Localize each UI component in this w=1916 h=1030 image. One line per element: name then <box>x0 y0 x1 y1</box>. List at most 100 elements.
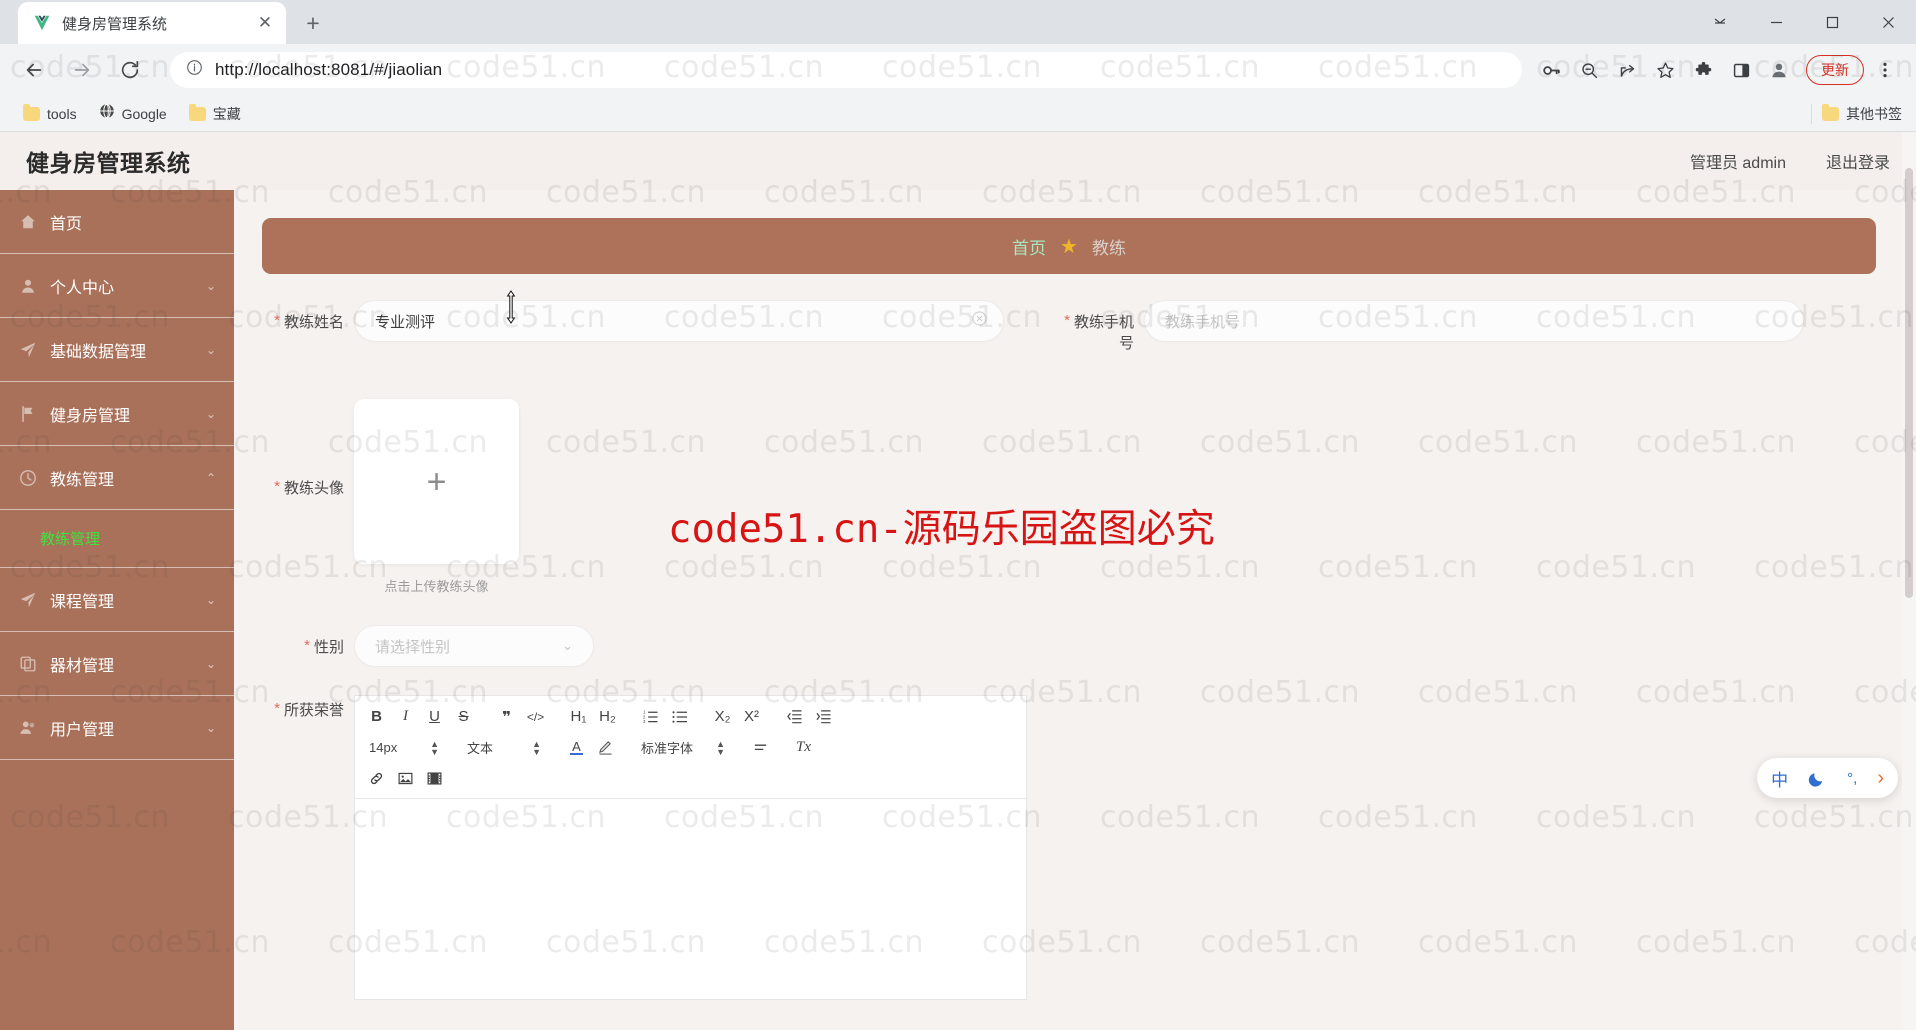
spinner-icon: ▲ ▼ <box>716 738 725 757</box>
clear-format-button[interactable]: Tx <box>790 735 817 761</box>
ime-language-button[interactable]: 中 <box>1771 766 1788 791</box>
bookmark-google[interactable]: Google <box>90 100 176 127</box>
forward-icon[interactable] <box>62 50 102 90</box>
font-size-select[interactable]: 14px ▲ ▼ <box>363 735 445 761</box>
indent-button[interactable] <box>810 704 837 730</box>
field-honor: * 所获荣誉 B I U S ❞ </> H₁ H₂ 1 2 3 X₂ X² 1… <box>234 695 1027 1000</box>
gender-placeholder: 请选择性别 <box>375 638 451 656</box>
coach-phone-input[interactable]: 教练手机号 <box>1144 300 1804 342</box>
field-label: * 教练头像 <box>234 399 344 498</box>
update-button[interactable]: 更新 <box>1806 55 1864 85</box>
strikethrough-button[interactable]: S <box>450 704 477 730</box>
profile-icon[interactable] <box>1762 53 1796 87</box>
maximize-icon[interactable] <box>1804 0 1860 44</box>
heading-1-button[interactable]: H₁ <box>565 704 592 730</box>
window-controls <box>1692 0 1916 44</box>
close-icon[interactable]: ✕ <box>254 12 276 34</box>
browser-tab-strip: 健身房管理系统 ✕ + <box>0 0 1916 44</box>
watermark-notice: code51.cn-源码乐园盗图必究 <box>668 507 1215 552</box>
bookmark-tools[interactable]: tools <box>14 103 86 125</box>
subscript-button[interactable]: X₂ <box>709 704 736 730</box>
browser-tab[interactable]: 健身房管理系统 ✕ <box>18 2 286 44</box>
field-label: * 所获荣誉 <box>234 695 344 720</box>
minimize-window-icon[interactable] <box>1748 0 1804 44</box>
editor-content-area[interactable] <box>355 799 1026 999</box>
sidebar-item-user-management[interactable]: 用户管理 ⌄ <box>0 696 234 760</box>
address-bar[interactable]: http://localhost:8081/#/jiaolian <box>170 52 1522 88</box>
back-icon[interactable] <box>14 50 54 90</box>
sidebar-item-coach-management[interactable]: 教练管理 ⌃ <box>0 446 234 510</box>
new-tab-button[interactable]: + <box>296 6 330 40</box>
reload-icon[interactable] <box>110 50 150 90</box>
bullet-list-button[interactable] <box>666 704 693 730</box>
sidebar-item-course-management[interactable]: 课程管理 ⌄ <box>0 568 234 632</box>
text-color-button[interactable]: A <box>563 735 590 761</box>
close-window-icon[interactable] <box>1860 0 1916 44</box>
three-dot-menu-icon[interactable] <box>1868 53 1902 87</box>
ime-expand-button[interactable]: › <box>1877 767 1884 790</box>
bookmark-label: Google <box>121 105 167 122</box>
font-family-select[interactable]: 标准字体 ▲ ▼ <box>635 735 731 761</box>
key-icon[interactable] <box>1534 53 1568 87</box>
breadcrumb-home-link[interactable]: 首页 <box>1012 234 1046 259</box>
sidebar-item-label: 用户管理 <box>50 721 115 739</box>
clear-circle-icon[interactable] <box>972 311 987 331</box>
sidebar-item-personal-center[interactable]: 个人中心 ⌄ <box>0 254 234 318</box>
sidebar-subitem-coach-management[interactable]: 教练管理 <box>0 510 234 568</box>
underline-button[interactable]: U <box>421 704 448 730</box>
bookmark-label: 宝藏 <box>212 105 241 122</box>
chevron-down-icon: ⌄ <box>205 406 216 421</box>
highlight-color-button[interactable] <box>592 735 619 761</box>
bookmark-baozang[interactable]: 宝藏 <box>180 101 250 127</box>
required-marker: * <box>274 478 280 495</box>
info-icon[interactable] <box>186 59 203 81</box>
page-scrollbar[interactable] <box>1902 132 1916 1030</box>
editor-toolbar: B I U S ❞ </> H₁ H₂ 1 2 3 X₂ X² 14px ▲ ▼… <box>355 696 1026 799</box>
sidebar-item-home[interactable]: 首页 <box>0 190 234 254</box>
ime-floating-bar[interactable]: 中 °, › <box>1757 758 1898 798</box>
star-icon[interactable] <box>1648 53 1682 87</box>
sidebar-item-gym-management[interactable]: 健身房管理 ⌄ <box>0 382 234 446</box>
rich-text-editor[interactable]: B I U S ❞ </> H₁ H₂ 1 2 3 X₂ X² 14px ▲ ▼… <box>354 695 1027 1000</box>
folder-icon <box>23 103 40 121</box>
scrollbar-thumb[interactable] <box>1905 168 1913 598</box>
field-label-text: 性别 <box>313 639 344 656</box>
minimize-icon[interactable] <box>1692 0 1748 44</box>
zoom-out-icon[interactable] <box>1572 53 1606 87</box>
gender-select[interactable]: 请选择性别 ⌄ <box>354 625 594 667</box>
blockquote-button[interactable]: ❞ <box>493 704 520 730</box>
field-label-text: 教练手机号 <box>1073 314 1134 352</box>
bold-button[interactable]: B <box>363 704 390 730</box>
other-bookmarks-label: 其他书签 <box>1846 105 1902 122</box>
sidebar-item-equipment-management[interactable]: 器材管理 ⌄ <box>0 632 234 696</box>
sidebar-item-basic-data[interactable]: 基础数据管理 ⌄ <box>0 318 234 382</box>
ordered-list-button[interactable]: 123 <box>637 704 664 730</box>
screen-root: 健身房管理系统 ✕ + http://localhost:8081/#/jiao… <box>0 0 1916 1030</box>
italic-button[interactable]: I <box>392 704 419 730</box>
extensions-icon[interactable] <box>1686 53 1720 87</box>
share-icon[interactable] <box>1610 53 1644 87</box>
app-title: 健身房管理系统 <box>26 150 191 176</box>
moon-icon[interactable] <box>1808 769 1827 788</box>
star-icon: ★ <box>1060 235 1078 258</box>
spinner-icon: ▲ ▼ <box>532 738 541 757</box>
code-button[interactable]: </> <box>522 704 549 730</box>
superscript-button[interactable]: X² <box>738 704 765 730</box>
text-style-select[interactable]: 文本 ▲ ▼ <box>461 735 547 761</box>
outdent-button[interactable] <box>781 704 808 730</box>
sidepanel-icon[interactable] <box>1724 53 1758 87</box>
insert-link-button[interactable] <box>363 766 390 792</box>
other-bookmarks[interactable]: 其他书签 <box>1811 103 1902 124</box>
logout-button[interactable]: 退出登录 <box>1826 149 1890 173</box>
insert-image-button[interactable] <box>392 766 419 792</box>
copy-icon <box>18 654 38 674</box>
avatar-upload-button[interactable]: + <box>354 399 519 564</box>
sidebar-item-label: 课程管理 <box>50 593 115 611</box>
required-marker: * <box>274 700 280 717</box>
insert-video-button[interactable] <box>421 766 448 792</box>
coach-name-input[interactable]: 专业测评 <box>354 300 1004 342</box>
align-button[interactable] <box>747 735 774 761</box>
heading-2-button[interactable]: H₂ <box>594 704 621 730</box>
paperplane-icon <box>18 340 38 360</box>
ime-punctuation-button[interactable]: °, <box>1847 770 1857 787</box>
